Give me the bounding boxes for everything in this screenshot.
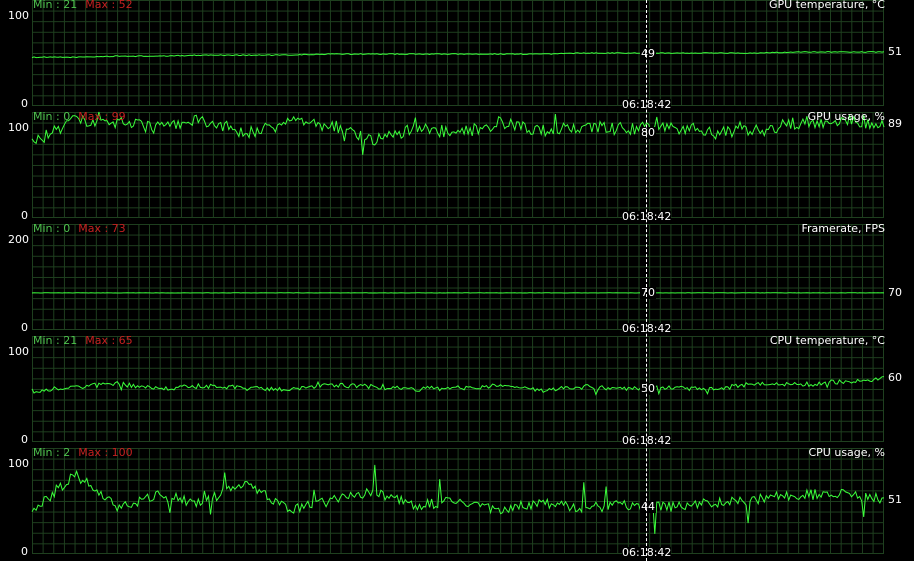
cpu-usage-series-line xyxy=(31,464,885,534)
framerate-min-max: Min : 0 Max : 73 xyxy=(33,222,126,236)
gpu-usage-cursor-value: 80 xyxy=(640,126,656,139)
cpu-usage-current-value: 51 xyxy=(888,493,902,506)
gpu-temperature-current-value: 51 xyxy=(888,45,902,58)
gpu-usage-plot xyxy=(31,111,885,155)
framerate-plot xyxy=(31,292,885,294)
cpu-temperature-min-max: Min : 21 Max : 65 xyxy=(33,334,133,348)
cpu-temperature-plot xyxy=(31,376,885,396)
gpu-usage-graph: 100 0 Min : 0 Max : 99 GPU usage, % 89 80 06:18… xyxy=(0,110,914,224)
gpu-temperature-series-line xyxy=(31,51,885,59)
cpu-temperature-series-line xyxy=(31,376,885,396)
framerate-title: Framerate, FPS xyxy=(801,222,885,235)
cpu-temperature-y-min-label: 0 xyxy=(21,433,28,446)
cpu-usage-cursor-value: 44 xyxy=(640,500,656,513)
gpu-usage-y-max-label: 100 xyxy=(8,121,29,134)
cpu-usage-graph: 100 0 Min : 2 Max : 100 CPU usage, % 51 44 06:1… xyxy=(0,446,914,560)
hardware-monitor: 100 0 Min : 2 Max : 100 CPU usage, % 51 44 06:1… xyxy=(0,0,914,561)
gpu-temperature-cursor-value: 49 xyxy=(640,47,656,60)
gpu-usage-title: GPU usage, % xyxy=(807,110,885,123)
min-value-label: Min : 21 xyxy=(33,0,78,11)
framerate-y-min-label: 0 xyxy=(21,321,28,334)
cpu-temperature-current-value: 60 xyxy=(888,371,902,384)
cpu-temperature-title: CPU temperature, °C xyxy=(769,334,885,347)
cpu-temperature-y-max-label: 100 xyxy=(8,345,29,358)
framerate-graph: 200 0 Min : 0 Max : 73 Framerate, FPS 70 70 06:… xyxy=(0,222,914,336)
framerate-y-max-label: 200 xyxy=(8,233,29,246)
gpu-usage-y-min-label: 0 xyxy=(21,209,28,222)
gpu-temperature-y-max-label: 100 xyxy=(8,9,29,22)
cpu-temperature-cursor-value: 50 xyxy=(640,382,656,395)
gpu-temperature-graph: 100 0 Min : 21 Max : 52 GPU temperature, °C 5… xyxy=(0,0,914,112)
gpu-temperature-y-min-label: 0 xyxy=(21,97,28,110)
gpu-usage-min-max: Min : 0 Max : 99 xyxy=(33,110,126,124)
time-cursor-line[interactable] xyxy=(646,0,647,561)
cpu-usage-y-min-label: 0 xyxy=(21,545,28,558)
max-value-label: Max : 52 xyxy=(85,0,133,11)
cpu-usage-y-max-label: 100 xyxy=(8,457,29,470)
framerate-current-value: 70 xyxy=(888,286,902,299)
cpu-temperature-graph: 100 0 Min : 21 Max : 65 CPU temperature, °C 6… xyxy=(0,334,914,448)
cpu-usage-plot xyxy=(31,464,885,534)
gpu-usage-current-value: 89 xyxy=(888,117,902,130)
cpu-usage-min-max: Min : 2 Max : 100 xyxy=(33,446,133,460)
cpu-usage-title: CPU usage, % xyxy=(808,446,885,459)
gpu-temperature-min-max: Min : 21 Max : 52 xyxy=(33,0,133,12)
gpu-temperature-title: GPU temperature, °C xyxy=(768,0,885,11)
gpu-usage-series-line xyxy=(31,111,885,155)
gpu-temperature-plot xyxy=(31,51,885,59)
framerate-cursor-value: 70 xyxy=(640,286,656,299)
